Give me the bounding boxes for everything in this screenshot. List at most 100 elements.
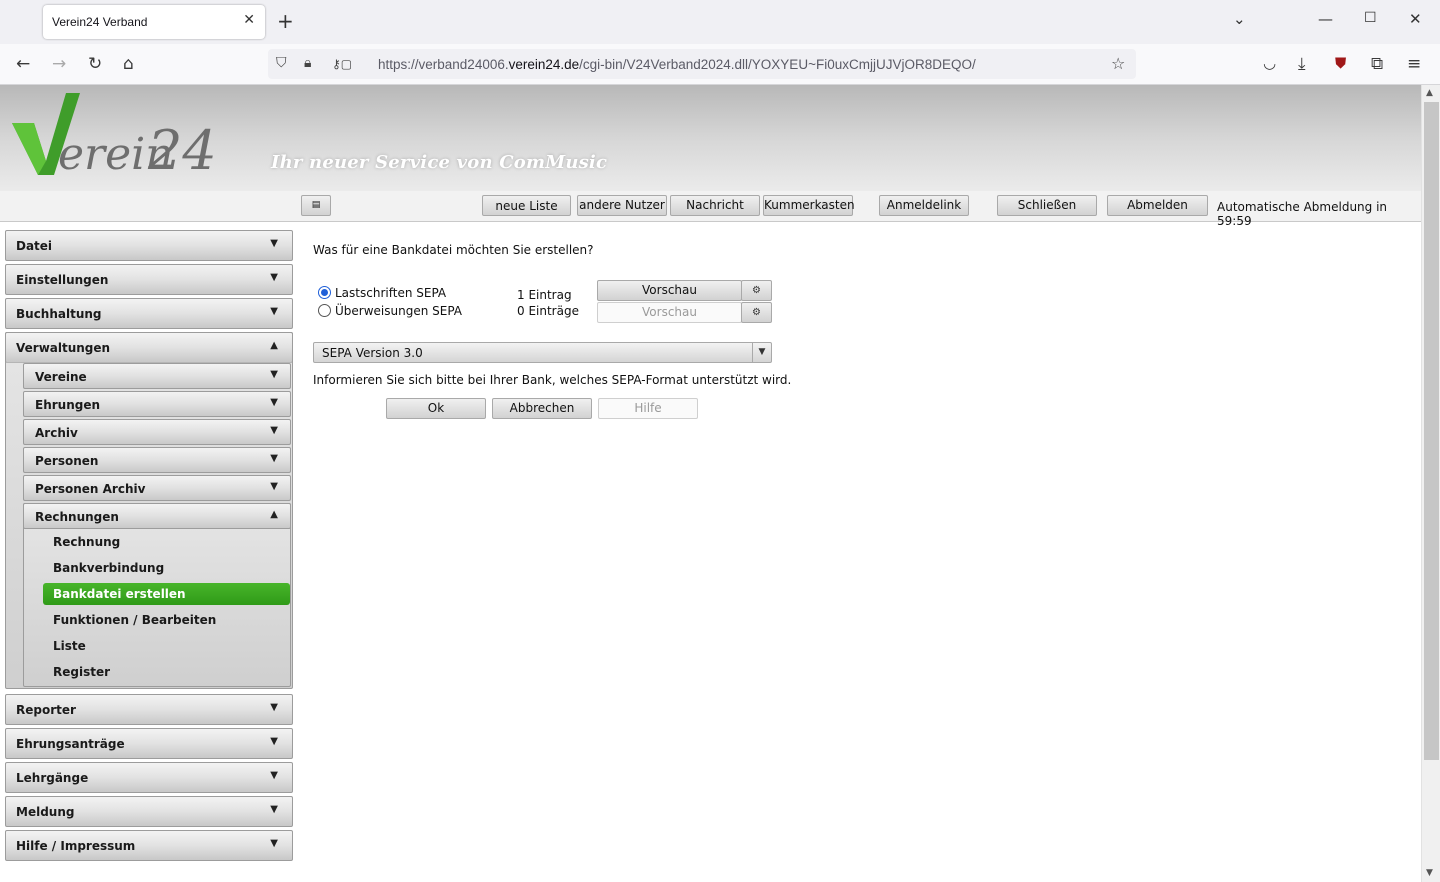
option-count-lastschriften: 1 Eintrag [517,288,572,302]
option-count-ueberweisungen: 0 Einträge [517,304,579,318]
sidebar-item-liste[interactable]: Liste [43,635,290,657]
message-button[interactable]: Nachricht [670,195,760,216]
chevron-down-icon: ▼ [270,369,278,380]
permissions-icon[interactable]: ⚷▢ [332,57,352,71]
sidebar-item-label: Vereine [35,370,87,384]
sidebar-item-personen-archiv[interactable]: Personen Archiv ▼ [23,475,291,501]
chevron-down-icon: ▼ [270,838,278,849]
sidebar-item-verwaltungen[interactable]: Verwaltungen ▲ [5,332,293,363]
option-label-ueberweisungen[interactable]: Überweisungen SEPA [335,304,462,318]
logout-button[interactable]: Abmelden [1107,195,1208,216]
login-link-button[interactable]: Anmeldelink [879,195,969,216]
scroll-thumb[interactable] [1424,102,1439,760]
sidebar-item-label: Lehrgänge [16,771,89,785]
new-tab-icon[interactable]: + [277,9,294,33]
chevron-down-icon[interactable]: ▼ [752,343,771,362]
browser-tabstrip: Verein24 Verband ✕ + ⌄ — ☐ ✕ [0,0,1440,44]
url-bar[interactable]: ⛉ 🔒︎ ⚷▢ https://verband24006.verein24.de… [268,49,1136,79]
window-close-icon[interactable]: ✕ [1409,10,1422,28]
sidebar-item-register[interactable]: Register [43,661,290,683]
sidebar-item-label: Reporter [16,703,76,717]
chevron-down-icon: ▼ [270,770,278,781]
auto-logout-timer: Automatische Abmeldung in 59:59 [1217,200,1388,228]
other-users-button[interactable]: andere Nutzer [577,195,667,216]
sidebar-item-personen[interactable]: Personen ▼ [23,447,291,473]
ok-button[interactable]: Ok [386,398,486,419]
back-icon[interactable]: ← [16,54,30,74]
complaint-box-button[interactable]: Kummerkasten [763,195,855,216]
chevron-up-icon: ▲ [270,340,278,351]
extensions-icon[interactable]: ⧉ [1371,54,1383,74]
sidebar-item-label: Ehrungen [35,398,101,412]
ublock-icon[interactable]: ⛊ [1335,54,1346,72]
tab-list-icon[interactable]: ⌄ [1233,10,1246,28]
sidebar-item-lehrgaenge[interactable]: Lehrgänge ▼ [5,762,293,793]
sepa-info-text: Informieren Sie sich bitte bei Ihrer Ban… [313,373,792,387]
sidebar-item-archiv[interactable]: Archiv ▼ [23,419,291,445]
sepa-version-select[interactable]: SEPA Version 3.0 ▼ [313,342,772,363]
cancel-button[interactable]: Abbrechen [492,398,592,419]
sidebar-item-datei[interactable]: Datei ▼ [5,230,293,261]
sidebar-item-vereine[interactable]: Vereine ▼ [23,363,291,389]
header-tagline: Ihr neuer Service von ComMusic [271,152,608,173]
sidebar-item-label: Archiv [35,426,78,440]
settings-gear-icon[interactable]: ⚙ [741,302,772,323]
radio-lastschriften[interactable] [318,286,331,299]
sidebar-item-rechnung[interactable]: Rechnung [43,531,290,553]
sidebar-item-bankdatei-erstellen[interactable]: Bankdatei erstellen [43,583,290,605]
menu-icon[interactable]: ≡ [1407,54,1421,74]
option-label-lastschriften[interactable]: Lastschriften SEPA [335,286,446,300]
sidebar-item-label: Verwaltungen [16,341,111,355]
sidebar-item-buchhaltung[interactable]: Buchhaltung ▼ [5,298,293,329]
chevron-down-icon: ▼ [270,702,278,713]
sidebar-item-ehrungsantraege[interactable]: Ehrungsanträge ▼ [5,728,293,759]
sidebar-item-label: Ehrungsanträge [16,737,125,751]
sepa-version-value: SEPA Version 3.0 [322,346,423,360]
action-toolbar: ▤ neue Liste andere Nutzer Nachricht Kum… [0,191,1421,228]
url-text: https://verband24006.verein24.de/cgi-bin… [378,57,976,72]
sidebar-item-label: Rechnungen [35,510,119,524]
sidebar-item-bankverbindung[interactable]: Bankverbindung [43,557,290,579]
preview-lastschriften-button[interactable]: Vorschau [597,280,742,301]
chevron-up-icon: ▲ [270,509,278,520]
bookmark-star-icon[interactable]: ☆ [1111,54,1125,73]
scroll-up-icon[interactable]: ▲ [1426,88,1433,98]
chevron-down-icon: ▼ [270,481,278,492]
shield-icon[interactable]: ⛉ [276,55,287,71]
sidebar-item-hilfe-impressum[interactable]: Hilfe / Impressum ▼ [5,830,293,861]
sidebar-item-label: Buchhaltung [16,307,102,321]
chevron-down-icon: ▼ [270,425,278,436]
sidebar-item-label: Personen Archiv [35,482,146,496]
sidebar-item-reporter[interactable]: Reporter ▼ [5,694,293,725]
radio-ueberweisungen[interactable] [318,304,331,317]
preview-ueberweisungen-button[interactable]: Vorschau [597,302,742,323]
reload-icon[interactable]: ↻ [88,54,102,74]
sidebar-item-label: Meldung [16,805,75,819]
sidebar-item-meldung[interactable]: Meldung ▼ [5,796,293,827]
close-button[interactable]: Schließen [997,195,1097,216]
download-icon[interactable]: ⤓ [1298,54,1306,74]
sidebar-item-funktionen-bearbeiten[interactable]: Funktionen / Bearbeiten [43,609,290,631]
forward-icon[interactable]: → [52,54,66,74]
sidebar-item-ehrungen[interactable]: Ehrungen ▼ [23,391,291,417]
lock-icon[interactable]: 🔒︎ [304,55,311,71]
home-icon[interactable]: ⌂ [123,54,134,74]
tab-title: Verein24 Verband [52,15,148,29]
minimize-icon[interactable]: — [1318,10,1333,28]
new-list-button[interactable]: neue Liste [482,195,571,216]
verein24-logo: erein 24 [12,93,217,182]
scroll-down-icon[interactable]: ▼ [1426,868,1433,878]
chevron-down-icon: ▼ [270,736,278,747]
sidebar-item-einstellungen[interactable]: Einstellungen ▼ [5,264,293,295]
chevron-down-icon: ▼ [270,238,278,249]
sidebar-toggle-button[interactable]: ▤ [301,195,331,216]
help-button[interactable]: Hilfe [598,398,698,419]
pocket-icon[interactable]: ◡ [1263,54,1276,72]
sidebar-item-rechnungen[interactable]: Rechnungen ▲ [23,503,291,529]
browser-tab[interactable]: Verein24 Verband ✕ [43,5,265,39]
page-scrollbar[interactable]: ▲ ▼ [1421,85,1440,882]
close-tab-icon[interactable]: ✕ [243,12,255,28]
svg-text:24: 24 [147,119,217,182]
settings-gear-icon[interactable]: ⚙ [741,280,772,301]
maximize-icon[interactable]: ☐ [1364,10,1377,26]
